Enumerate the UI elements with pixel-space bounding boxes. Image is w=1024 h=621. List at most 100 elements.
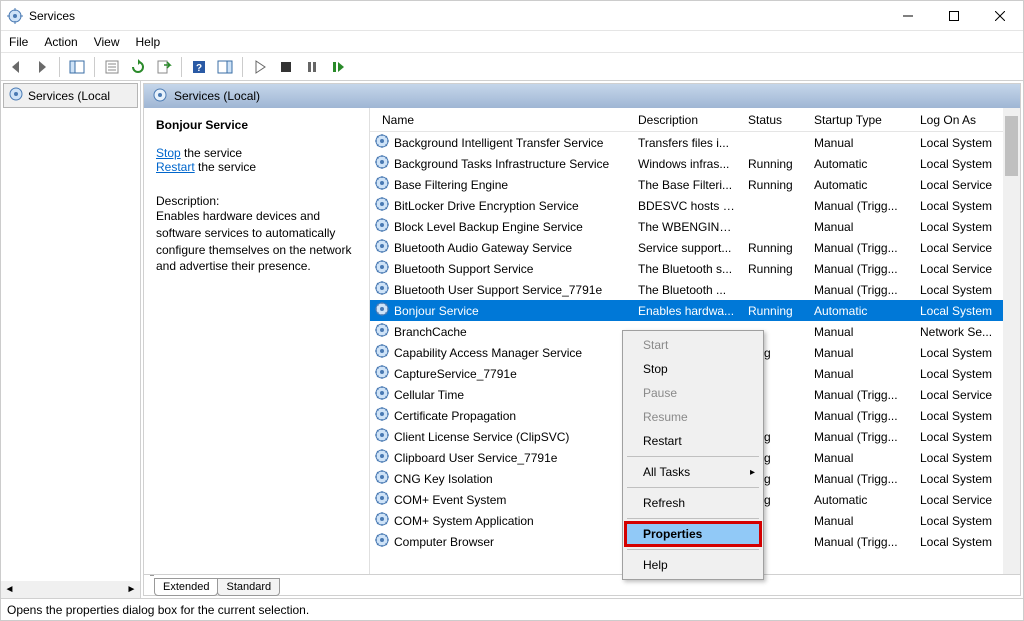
content-area: Bonjour Service Stop the service Restart… [144, 108, 1020, 574]
properties-button[interactable] [101, 56, 123, 78]
service-log-on-as: Local System [914, 367, 1016, 381]
service-status: Running [742, 178, 808, 192]
service-row[interactable]: BitLocker Drive Encryption ServiceBDESVC… [370, 195, 1020, 216]
tab-extended[interactable]: Extended [154, 578, 218, 596]
window-buttons [885, 1, 1023, 30]
service-name: Background Intelligent Transfer Service [394, 136, 603, 150]
service-row[interactable]: Base Filtering EngineThe Base Filteri...… [370, 174, 1020, 195]
service-startup-type: Automatic [808, 178, 914, 192]
ctx-properties[interactable]: Properties [625, 522, 761, 546]
service-row[interactable]: Background Tasks Infrastructure ServiceW… [370, 153, 1020, 174]
ctx-stop[interactable]: Stop [625, 357, 761, 381]
tree-item-services-local[interactable]: Services (Local [3, 83, 138, 108]
service-description: Windows infras... [632, 157, 742, 171]
menu-help[interactable]: Help [136, 35, 161, 49]
restart-service-button[interactable] [327, 56, 349, 78]
service-status: Running [742, 262, 808, 276]
pause-service-button[interactable] [301, 56, 323, 78]
ctx-refresh[interactable]: Refresh [625, 491, 761, 515]
title-bar: Services [1, 1, 1023, 31]
col-description[interactable]: Description [632, 113, 742, 127]
body: Services (Local ◄ ► Services (Local) Bon… [1, 81, 1023, 598]
gear-icon [374, 511, 390, 530]
service-name: Base Filtering Engine [394, 178, 508, 192]
maximize-button[interactable] [931, 1, 977, 30]
gear-icon [374, 364, 390, 383]
service-log-on-as: Local System [914, 535, 1016, 549]
selected-service-name: Bonjour Service [156, 118, 357, 132]
menu-file[interactable]: File [9, 35, 28, 49]
ctx-restart[interactable]: Restart [625, 429, 761, 453]
minimize-button[interactable] [885, 1, 931, 30]
ctx-help[interactable]: Help [625, 553, 761, 577]
submenu-arrow-icon: ▸ [750, 467, 755, 478]
service-row[interactable]: Bluetooth User Support Service_7791eThe … [370, 279, 1020, 300]
tree-item-label: Services (Local [28, 89, 110, 103]
close-button[interactable] [977, 1, 1023, 30]
back-button[interactable] [5, 56, 27, 78]
service-row[interactable]: Bonjour ServiceEnables hardwa...RunningA… [370, 300, 1020, 321]
col-status[interactable]: Status [742, 113, 808, 127]
service-startup-type: Manual (Trigg... [808, 535, 914, 549]
window-title: Services [29, 9, 885, 23]
service-description: The WBENGINE... [632, 220, 742, 234]
service-name: Certificate Propagation [394, 409, 516, 423]
gear-icon [374, 259, 390, 278]
gear-icon [374, 133, 390, 152]
service-description: The Bluetooth s... [632, 262, 742, 276]
ctx-separator [627, 549, 759, 550]
menu-action[interactable]: Action [44, 35, 77, 49]
service-startup-type: Manual (Trigg... [808, 430, 914, 444]
gear-icon [374, 280, 390, 299]
col-startup-type[interactable]: Startup Type [808, 113, 914, 127]
scrollbar-thumb[interactable] [1005, 116, 1018, 176]
stop-service-button[interactable] [275, 56, 297, 78]
stop-link[interactable]: Stop [156, 146, 181, 160]
refresh-button[interactable] [127, 56, 149, 78]
column-headers: Name Description Status Startup Type Log… [370, 108, 1020, 132]
detail-pane: Bonjour Service Stop the service Restart… [144, 108, 370, 574]
menu-view[interactable]: View [94, 35, 120, 49]
service-log-on-as: Local System [914, 304, 1016, 318]
help-button[interactable]: ? [188, 56, 210, 78]
service-status: Running [742, 157, 808, 171]
service-row[interactable]: Block Level Backup Engine ServiceThe WBE… [370, 216, 1020, 237]
services-window: Services File Action View Help ? [0, 0, 1024, 621]
tab-standard[interactable]: Standard [217, 578, 280, 596]
ctx-all-tasks[interactable]: All Tasks▸ [625, 460, 761, 484]
ctx-separator [627, 487, 759, 488]
service-row[interactable]: Bluetooth Audio Gateway ServiceService s… [370, 237, 1020, 258]
service-log-on-as: Local System [914, 346, 1016, 360]
show-hide-tree-button[interactable] [66, 56, 88, 78]
service-name: Clipboard User Service_7791e [394, 451, 557, 465]
ctx-resume: Resume [625, 405, 761, 429]
description-label: Description: [156, 194, 357, 208]
bottom-tabs: Extended Standard [144, 574, 1020, 595]
service-startup-type: Manual (Trigg... [808, 262, 914, 276]
service-name: CaptureService_7791e [394, 367, 517, 381]
service-name: COM+ Event System [394, 493, 506, 507]
restart-link[interactable]: Restart [156, 160, 195, 174]
scroll-left-icon[interactable]: ◄ [1, 581, 18, 598]
service-startup-type: Manual [808, 325, 914, 339]
col-name[interactable]: Name [370, 113, 632, 127]
service-status: Running [742, 241, 808, 255]
service-log-on-as: Local System [914, 199, 1016, 213]
show-hide-action-button[interactable] [214, 56, 236, 78]
start-service-button[interactable] [249, 56, 271, 78]
service-row[interactable]: Background Intelligent Transfer Service T… [370, 132, 1020, 153]
service-row[interactable]: Bluetooth Support ServiceThe Bluetooth s… [370, 258, 1020, 279]
vertical-scrollbar[interactable] [1003, 108, 1020, 574]
forward-button[interactable] [31, 56, 53, 78]
nav-horizontal-scrollbar[interactable]: ◄ ► [1, 581, 140, 598]
service-description: Transfers files i... [632, 136, 742, 150]
service-log-on-as: Local System [914, 283, 1016, 297]
main-panel: Services (Local) Bonjour Service Stop th… [143, 83, 1021, 596]
service-log-on-as: Local System [914, 514, 1016, 528]
col-log-on-as[interactable]: Log On As [914, 113, 1016, 127]
scroll-right-icon[interactable]: ► [123, 581, 140, 598]
service-name: BitLocker Drive Encryption Service [394, 199, 579, 213]
service-startup-type: Manual [808, 451, 914, 465]
service-description: Enables hardwa... [632, 304, 742, 318]
export-button[interactable] [153, 56, 175, 78]
